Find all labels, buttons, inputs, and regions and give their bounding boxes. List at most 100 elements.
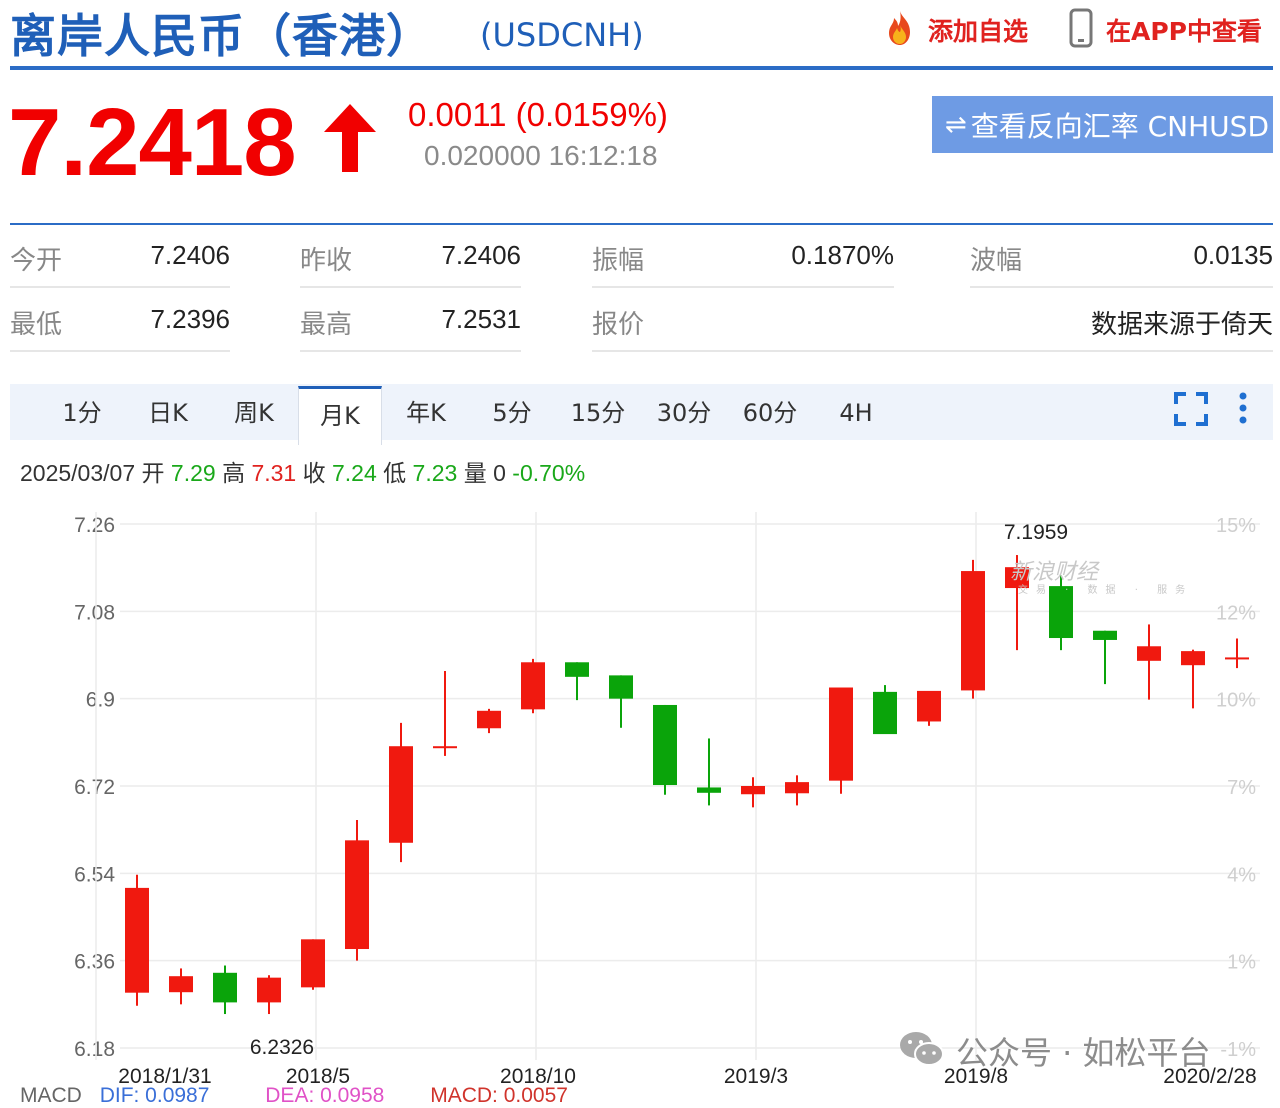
stat-label-open: 今开: [10, 246, 63, 276]
y-pct-label: 1%: [1227, 952, 1256, 974]
view-in-app-label: 在APP中查看: [1106, 17, 1262, 46]
macd-label: MACD: [20, 1084, 82, 1107]
candle-up: [917, 690, 941, 722]
ohlc-close-label: 收: [302, 460, 326, 486]
sina-watermark-sub: 交易 · 数据 · 服务: [1018, 585, 1194, 596]
tab-5min[interactable]: 5分: [470, 384, 554, 440]
candle-up: [829, 687, 853, 781]
y-tick-label: 6.36: [74, 951, 115, 974]
candle-down: [1093, 630, 1117, 640]
candle-up: [741, 786, 765, 795]
macd-legend: MACD DIF: 0.0987 DEA: 0.0958 MACD: 0.005…: [20, 1084, 568, 1108]
more-options-icon[interactable]: [1236, 392, 1250, 430]
wechat-watermark: 公众号 · 如松平台: [898, 1028, 1211, 1074]
y-tick-label: 7.08: [74, 601, 115, 624]
price-change: 0.0011 (0.0159%): [408, 96, 668, 133]
candle-up: [257, 977, 281, 1003]
fire-icon: [880, 8, 920, 52]
ohlc-open: 7.29: [170, 460, 216, 486]
spread-and-time: 0.020000 16:12:18: [424, 140, 658, 171]
add-favorite-button[interactable]: 添加自选: [880, 10, 1028, 50]
ohlc-high: 7.31: [251, 460, 297, 486]
tab-weekly[interactable]: 周K: [212, 384, 296, 440]
candle-up: [1137, 646, 1161, 661]
stat-value-prev-close: 7.2406: [441, 240, 521, 270]
data-source: 数据来源于倚天: [1090, 309, 1273, 339]
y-pct-label: 12%: [1216, 602, 1256, 624]
header-divider: [10, 66, 1273, 70]
stat-label-quote: 报价: [592, 310, 645, 340]
tab-60min[interactable]: 60分: [728, 384, 812, 440]
stat-divider: [300, 350, 521, 352]
candle-down: [565, 662, 589, 677]
stat-value-low: 7.2396: [150, 304, 230, 334]
tab-yearly[interactable]: 年K: [384, 384, 468, 440]
stat-divider: [300, 286, 521, 288]
macd-dea: DEA: 0.0958: [265, 1084, 385, 1107]
price-divider: [10, 223, 1273, 225]
ohlc-date: 2025/03/07: [20, 460, 136, 486]
y-pct-label: 4%: [1227, 864, 1256, 886]
y-pct-label: -1%: [1220, 1039, 1256, 1061]
ohlc-close: 7.24: [332, 460, 377, 486]
reverse-rate-button[interactable]: ⇌ 查看反向汇率 CNHUSD: [932, 96, 1273, 153]
y-tick-label: 6.9: [86, 689, 115, 712]
stat-label-low: 最低: [10, 310, 63, 340]
candle-up: [785, 782, 809, 794]
tab-15min[interactable]: 15分: [556, 384, 640, 440]
y-pct-label: 10%: [1216, 690, 1256, 712]
tab-30min[interactable]: 30分: [642, 384, 726, 440]
tab-1min[interactable]: 1分: [40, 384, 124, 440]
y-pct-label: 15%: [1216, 515, 1256, 537]
candle-up: [125, 887, 149, 993]
candle-down: [609, 675, 633, 699]
min-annotation: 6.2326: [250, 1036, 314, 1059]
page-title: 离岸人民币（香港）: [10, 9, 433, 63]
y-tick-label: 6.54: [74, 863, 115, 886]
view-in-app-button[interactable]: 在APP中查看: [1068, 8, 1262, 52]
ohlc-low-label: 低: [383, 460, 407, 486]
reverse-rate-label: 查看反向汇率 CNHUSD: [970, 109, 1269, 143]
candle-up: [521, 662, 545, 710]
ohlc-pct: -0.70%: [512, 460, 586, 486]
y-tick-label: 7.26: [74, 514, 115, 537]
stat-divider: [592, 350, 1273, 352]
macd-value: MACD: 0.0057: [430, 1084, 568, 1107]
y-tick-label: 6.18: [74, 1038, 115, 1061]
stat-divider: [592, 286, 894, 288]
ohlc-info: 2025/03/07 开 7.29 高 7.31 收 7.24 低 7.23 量…: [20, 454, 585, 488]
fullscreen-icon[interactable]: [1174, 392, 1208, 430]
max-annotation: 7.1959: [1004, 521, 1068, 544]
ohlc-high-label: 高: [222, 460, 246, 486]
stat-label-high: 最高: [300, 310, 353, 340]
stat-value-range: 0.0135: [1193, 240, 1273, 270]
candle-up: [1225, 657, 1249, 660]
stat-divider: [10, 350, 230, 352]
tab-4h[interactable]: 4H: [814, 384, 898, 440]
phone-icon: [1068, 8, 1094, 52]
wechat-mark-text: 公众号 · 如松平台: [956, 1034, 1211, 1072]
tab-daily[interactable]: 日K: [126, 384, 210, 440]
candle-up: [345, 840, 369, 950]
last-price: 7.2418: [8, 89, 297, 196]
stat-label-prev-close: 昨收: [300, 246, 353, 276]
candle-up: [433, 746, 457, 749]
ohlc-vol: 0: [493, 460, 506, 486]
tab-monthly[interactable]: 月K: [298, 386, 382, 445]
stat-divider: [970, 286, 1273, 288]
arrow-up-icon: [322, 102, 378, 178]
candle-up: [477, 710, 501, 729]
y-pct-label: 7%: [1227, 777, 1256, 799]
candle-up: [961, 571, 985, 691]
symbol-code: (USDCNH): [480, 16, 644, 54]
candle-down: [873, 691, 897, 735]
candle-down: [213, 972, 237, 1003]
add-favorite-label: 添加自选: [928, 17, 1029, 46]
stat-label-range: 波幅: [970, 246, 1023, 276]
candle-up: [1181, 651, 1205, 666]
ohlc-open-label: 开: [141, 460, 165, 486]
candle-up: [301, 939, 325, 988]
wechat-icon: [898, 1029, 946, 1073]
candle-up: [389, 746, 413, 843]
y-tick-label: 6.72: [74, 776, 115, 799]
